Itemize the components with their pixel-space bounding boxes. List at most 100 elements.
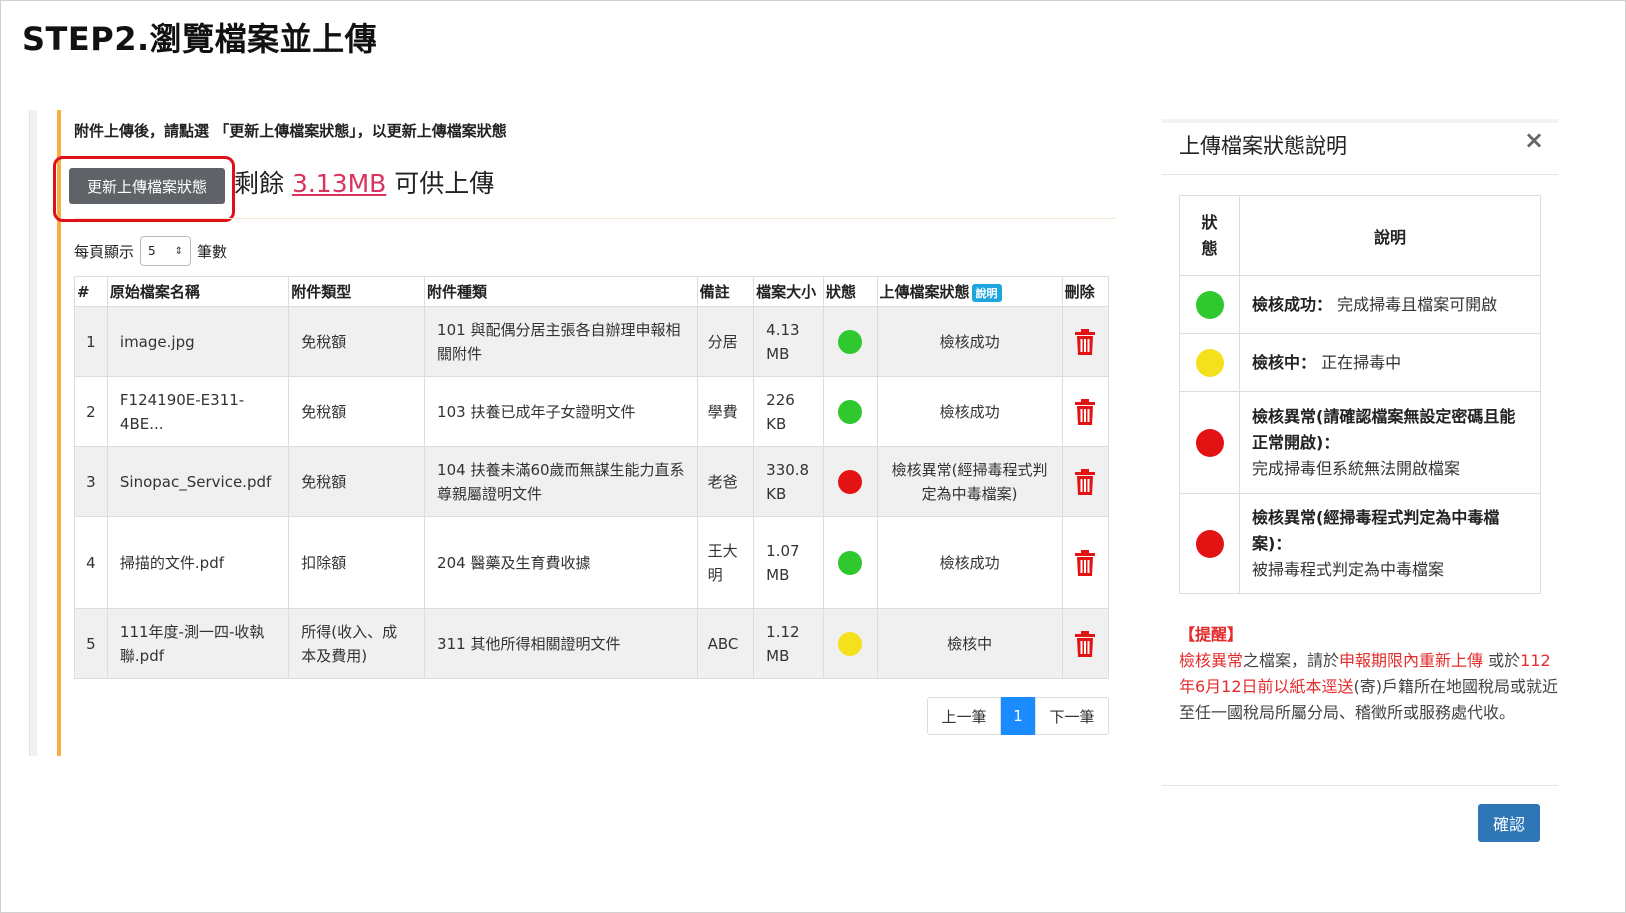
modal-header-divider xyxy=(1162,174,1558,175)
row-size: 4.13 MB xyxy=(753,306,825,377)
status-dot-green xyxy=(838,329,863,354)
table-row: 2 F124190E-E311-4BE... 免稅額 103 扶養已成年子女證明文件學… xyxy=(74,376,1110,447)
row-upload-status: 檢核成功 xyxy=(876,306,1063,377)
page-1-button[interactable]: 1 xyxy=(1001,697,1035,735)
row-num: 5 xyxy=(74,608,108,679)
legend-row: 檢核中： 正在掃毒中 xyxy=(1179,333,1541,392)
row-type: 免稅額 xyxy=(288,306,426,377)
table-row: 3 Sinopac_Service.pdf 免稅額 104 扶養未滿60歲而無謀生能力… xyxy=(74,446,1110,517)
confirm-button[interactable]: 確認 xyxy=(1478,804,1540,842)
modal-title: 上傳檔案狀態說明 xyxy=(1179,134,1347,158)
status-legend-table: 狀態 說明 檢核成功： 完成掃毒且檔案可開啟 檢核中： 正在掃毒中 檢核異常(請確認… xyxy=(1179,195,1541,594)
prev-page-button[interactable]: 上一筆 xyxy=(927,697,1001,735)
legend-status-name: 檢核異常(經掃毒程式判定為中毒檔案)： xyxy=(1252,507,1500,553)
col-header-status: 狀態 xyxy=(823,276,878,307)
row-category: 101 與配偶分居主張各自辦理申報相關附件 xyxy=(424,306,698,377)
row-note: 王大明 xyxy=(696,516,755,609)
upload-instruction: 附件上傳後，請點選 「更新上傳檔案狀態」，以更新上傳檔案狀態 xyxy=(74,122,507,140)
row-size: 1.07 MB xyxy=(753,516,825,609)
select-arrows-icon: ⇕ xyxy=(174,245,184,257)
status-dot-green xyxy=(838,550,863,575)
row-upload-status: 檢核成功 xyxy=(876,516,1063,609)
row-status xyxy=(823,516,878,609)
row-upload-status: 檢核成功 xyxy=(876,376,1063,447)
trash-icon[interactable] xyxy=(1074,398,1096,425)
row-status xyxy=(823,446,878,517)
legend-dot-cell xyxy=(1179,391,1240,494)
trash-icon[interactable] xyxy=(1074,328,1096,355)
legend-status-desc: 完成掃毒但系統無法開啟檔案 xyxy=(1252,458,1461,478)
help-badge[interactable]: 說明 xyxy=(971,283,1002,302)
reminder-title: 【提醒】 xyxy=(1179,625,1244,644)
legend-dot-red xyxy=(1195,529,1224,558)
row-note: 學費 xyxy=(696,376,755,447)
trash-icon[interactable] xyxy=(1074,549,1096,576)
row-num: 1 xyxy=(74,306,108,377)
reminder-note: 【提醒】 檢核異常之檔案，請於申報期限內重新上傳 或於112年6月12日前以紙本… xyxy=(1179,622,1559,726)
legend-dot-cell xyxy=(1179,275,1240,334)
table-header-row: # 原始檔案名稱 附件類型 附件種類 備註 檔案大小 狀態 上傳檔案狀態 說明 刪… xyxy=(74,276,1110,307)
legend-row: 檢核成功： 完成掃毒且檔案可開啟 xyxy=(1179,275,1541,334)
next-page-button[interactable]: 下一筆 xyxy=(1035,697,1109,735)
row-delete xyxy=(1061,608,1110,679)
reminder-text-1: 之檔案，請於 xyxy=(1243,651,1340,670)
trash-icon[interactable] xyxy=(1074,468,1096,495)
close-icon[interactable]: × xyxy=(1524,126,1544,154)
uploaded-files-table: # 原始檔案名稱 附件類型 附件種類 備註 檔案大小 狀態 上傳檔案狀態 說明 刪… xyxy=(74,276,1110,679)
col-header-filename: 原始檔案名稱 xyxy=(106,276,290,307)
row-note: ABC xyxy=(696,608,755,679)
legend-status-name: 檢核異常(請確認檔案無設定密碼且能正常開啟)： xyxy=(1252,406,1516,452)
col-header-size: 檔案大小 xyxy=(753,276,825,307)
pagination: 上一筆 1 下一筆 xyxy=(927,697,1109,735)
row-note: 分居 xyxy=(696,306,755,377)
row-num: 4 xyxy=(74,516,108,609)
row-size: 226 KB xyxy=(753,376,825,447)
row-note: 老爸 xyxy=(696,446,755,517)
reminder-red-1: 檢核異常 xyxy=(1179,651,1244,670)
upload-status-label: 上傳檔案狀態 xyxy=(879,283,970,301)
status-dot-yellow xyxy=(838,631,863,656)
divider xyxy=(74,218,1116,219)
legend-row: 檢核異常(經掃毒程式判定為中毒檔案)： 被掃毒程式判定為中毒檔案 xyxy=(1179,493,1541,594)
row-filename: F124190E-E311-4BE... xyxy=(106,376,290,447)
col-header-num: # xyxy=(74,276,108,307)
row-num: 2 xyxy=(74,376,108,447)
row-category: 103 扶養已成年子女證明文件 xyxy=(424,376,698,447)
legend-row: 檢核異常(請確認檔案無設定密碼且能正常開啟)： 完成掃毒但系統無法開啟檔案 xyxy=(1179,391,1541,494)
legend-dot-red xyxy=(1195,428,1224,457)
row-status xyxy=(823,376,878,447)
refresh-status-button[interactable]: 更新上傳檔案狀態 xyxy=(69,168,225,204)
row-type: 免稅額 xyxy=(288,376,426,447)
legend-dot-green xyxy=(1195,290,1224,319)
trash-icon[interactable] xyxy=(1074,630,1096,657)
legend-status-desc: 被掃毒程式判定為中毒檔案 xyxy=(1252,559,1445,579)
left-scroll-rail xyxy=(29,110,37,756)
quota-prefix: 剩餘 xyxy=(234,169,292,198)
reminder-body: 檢核異常之檔案，請於申報期限內重新上傳 或於112年6月12日前以紙本逕送(寄)… xyxy=(1179,648,1559,726)
legend-status-desc: 完成掃毒且檔案可開啟 xyxy=(1332,294,1498,314)
per-page-select[interactable]: 5 ⇕ xyxy=(140,236,192,266)
row-category: 104 扶養未滿60歲而無謀生能力直系尊親屬證明文件 xyxy=(424,446,698,517)
row-num: 3 xyxy=(74,446,108,517)
quota-amount-link[interactable]: 3.13MB xyxy=(292,169,386,198)
row-filename: image.jpg xyxy=(106,306,290,377)
status-dot-red xyxy=(838,469,863,494)
row-filename: Sinopac_Service.pdf xyxy=(106,446,290,517)
col-header-delete: 刪除 xyxy=(1061,276,1110,307)
modal-top-border xyxy=(1162,119,1558,123)
col-header-upload-status: 上傳檔案狀態 說明 xyxy=(876,276,1063,307)
legend-col-desc: 說明 xyxy=(1239,195,1541,276)
legend-desc-cell: 檢核異常(請確認檔案無設定密碼且能正常開啟)： 完成掃毒但系統無法開啟檔案 xyxy=(1239,391,1541,494)
legend-col-status: 狀態 xyxy=(1179,195,1240,276)
row-type: 所得(收入、成本及費用) xyxy=(288,608,426,679)
row-delete xyxy=(1061,516,1110,609)
modal-footer-divider xyxy=(1162,785,1558,786)
legend-desc-cell: 檢核成功： 完成掃毒且檔案可開啟 xyxy=(1239,275,1541,334)
legend-header-row: 狀態 說明 xyxy=(1179,195,1541,276)
quota-suffix: 可供上傳 xyxy=(386,169,495,198)
row-delete xyxy=(1061,446,1110,517)
reminder-red-2: 申報期限內重新上傳 xyxy=(1339,651,1484,670)
row-filename: 掃描的文件.pdf xyxy=(106,516,290,609)
legend-dot-yellow xyxy=(1195,348,1224,377)
col-header-category: 附件種類 xyxy=(424,276,698,307)
